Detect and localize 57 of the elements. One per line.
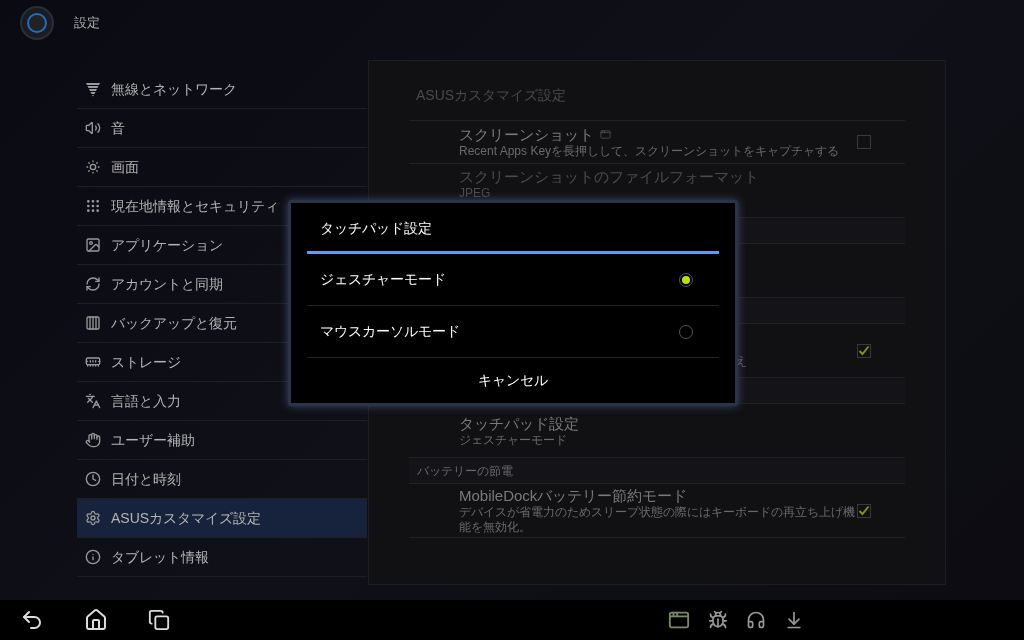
row-title: スクリーンショット xyxy=(459,125,594,144)
screenshot-app-icon[interactable] xyxy=(668,609,690,631)
clock-icon xyxy=(85,471,101,487)
sidebar-label: 音 xyxy=(111,118,125,138)
sidebar-label: ストレージ xyxy=(111,352,181,372)
settings-row[interactable]: MobileDockバッテリー節約モード デバイスが省電力のためスリープ状態の際にはキーボードの再立ち上げ機能を無効化。 xyxy=(409,484,905,538)
columns-icon xyxy=(85,315,101,331)
brightness-icon xyxy=(85,159,101,175)
sidebar-label: 画面 xyxy=(111,157,139,177)
info-icon xyxy=(85,549,101,565)
language-icon xyxy=(85,393,101,409)
row-subtitle: ジェスチャーモード xyxy=(459,432,568,448)
signal-icon xyxy=(85,81,101,97)
sidebar-label: ユーザー補助 xyxy=(111,430,195,450)
recent-apps-icon[interactable] xyxy=(148,609,170,631)
sidebar-item[interactable]: 音 xyxy=(77,109,367,148)
sidebar-label: ASUSカスタマイズ設定 xyxy=(111,508,262,528)
sidebar-label: バックアップと復元 xyxy=(111,313,237,333)
sidebar-item[interactable]: 画面 xyxy=(77,148,367,187)
sidebar-item[interactable]: タブレット情報 xyxy=(77,538,367,577)
sidebar-item[interactable]: ユーザー補助 xyxy=(77,421,367,460)
download-icon[interactable] xyxy=(784,610,804,630)
row-subtitle: Recent Apps Keyを長押しして、スクリーンショットをキャプチャする xyxy=(459,144,841,159)
sidebar-label: アカウントと同期 xyxy=(111,274,223,294)
sync-icon xyxy=(85,276,101,292)
sidebar-label: 現在地情報とセキュリティ xyxy=(111,196,279,216)
app-title: 設定 xyxy=(74,13,100,32)
home-icon[interactable] xyxy=(84,608,108,632)
back-icon[interactable] xyxy=(20,608,44,632)
sidebar-item[interactable]: 無線とネットワーク xyxy=(77,70,367,109)
picture-icon xyxy=(85,237,101,253)
row-title: MobileDockバッテリー節約モード xyxy=(459,486,688,505)
checkbox[interactable] xyxy=(857,135,871,149)
settings-icon xyxy=(85,510,101,526)
sidebar-label: タブレット情報 xyxy=(111,547,209,567)
hand-icon xyxy=(85,432,101,448)
checkbox[interactable] xyxy=(857,503,871,518)
dialog-option[interactable]: ジェスチャーモード xyxy=(307,254,719,306)
sidebar-item[interactable]: ASUSカスタマイズ設定 xyxy=(77,499,367,538)
memory-card-icon xyxy=(85,354,101,370)
window-icon xyxy=(600,129,611,140)
headphones-icon[interactable] xyxy=(746,610,766,630)
sidebar-label: 日付と時刻 xyxy=(111,469,181,489)
row-subtitle: え xyxy=(735,353,748,369)
section-title: バッテリーの節電 xyxy=(417,462,513,480)
sidebar-label: アプリケーション xyxy=(111,235,223,255)
row-title: タッチパッド設定 xyxy=(459,413,579,433)
bug-icon[interactable] xyxy=(708,610,728,630)
speaker-icon xyxy=(85,120,101,136)
row-subtitle: JPEG xyxy=(459,186,492,201)
sidebar-label: 言語と入力 xyxy=(111,391,181,411)
settings-row[interactable]: スクリーンショット Recent Apps Keyを長押しして、スクリーンショットをキャプチャする xyxy=(409,121,905,164)
app-logo-icon xyxy=(20,5,54,40)
checkbox[interactable] xyxy=(857,343,871,358)
sidebar-label: 無線とネットワーク xyxy=(111,79,237,99)
row-subtitle: デバイスが省電力のためスリープ状態の際にはキーボードの再立ち上げ機能を無効化。 xyxy=(459,505,856,535)
dot-grid-icon xyxy=(85,198,101,214)
